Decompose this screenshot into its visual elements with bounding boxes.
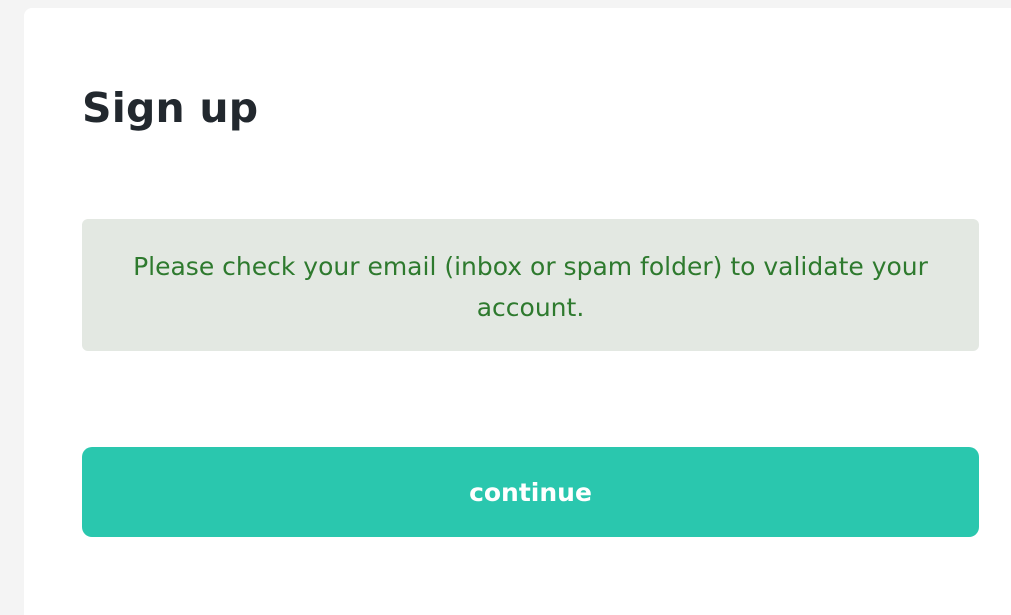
email-validation-notice: Please check your email (inbox or spam f… (82, 219, 979, 351)
page-title: Sign up (82, 84, 259, 132)
continue-button[interactable]: continue (82, 447, 979, 537)
notice-text: Please check your email (inbox or spam f… (133, 252, 928, 322)
signup-card: Sign up Please check your email (inbox o… (24, 8, 1011, 615)
